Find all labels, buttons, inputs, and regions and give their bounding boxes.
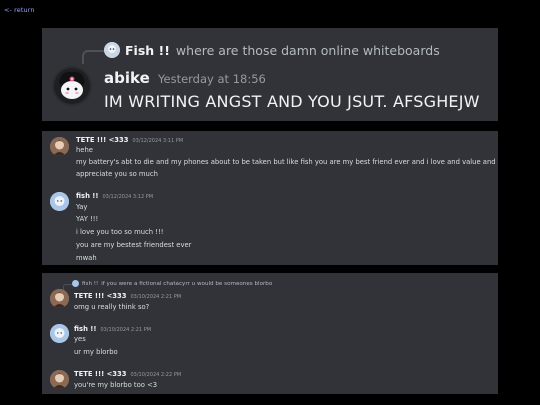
screenshot-2: TETE !!! <333 03/12/2024 3:11 PM hehe my… [42,131,498,265]
reply-text: where are those damn online whiteboards [175,42,440,58]
message-line: i love you too so much !!! [76,228,164,236]
message-header: fish !! 03/12/2024 3:12 PM [76,192,153,200]
reply-avatar [72,280,79,287]
message-author[interactable]: fish !! [76,192,99,200]
reply-preview[interactable]: Fish !! where are those damn online whit… [104,41,440,59]
message-line: yes [74,335,86,343]
message-author[interactable]: TETE !!! <333 [74,370,126,378]
tete-avatar-icon [50,289,69,308]
message-line: my battery's abt to die and my phones ab… [76,158,496,166]
message-line: YAY !!! [76,215,99,223]
fish-avatar-icon [104,42,120,58]
reply-author[interactable]: Fish !! [125,43,170,58]
reply-preview[interactable]: fish !! if you were a fictional chatacyr… [72,280,272,287]
avatar[interactable] [50,192,69,211]
tete-avatar-icon [50,370,69,389]
reply-connector [82,50,104,64]
message-line: ur my blorbo [74,348,118,356]
message-header: TETE !!! <333 03/10/2024 2:22 PM [74,370,181,378]
return-link[interactable]: <- return [4,6,35,14]
message-line: omg u really think so? [74,303,150,311]
message-timestamp: 03/10/2024 2:21 PM [130,294,182,300]
message-timestamp: 03/12/2024 3:11 PM [132,138,184,144]
fish-avatar-icon [50,192,69,211]
avatar[interactable] [50,289,69,308]
message-line: Yay [76,203,88,211]
message-line: appreciate you so much [76,170,158,178]
message-author[interactable]: TETE !!! <333 [74,292,126,300]
avatar[interactable] [50,137,69,156]
message-text: IM WRITING ANGST AND YOU JSUT. AFSGHEJW [104,92,480,111]
reply-author[interactable]: fish !! [82,281,98,287]
message-line: hehe [76,146,93,154]
message-timestamp: 03/10/2024 2:22 PM [130,372,182,378]
message-timestamp: 03/12/2024 3:12 PM [102,194,154,200]
message-header: TETE !!! <333 03/12/2024 3:11 PM [76,136,183,144]
reply-avatar [104,42,120,58]
screenshot-1: Fish !! where are those damn online whit… [42,28,498,121]
tete-avatar-icon [50,137,69,156]
avatar[interactable] [50,324,69,343]
avatar[interactable] [50,370,69,389]
message-timestamp: 03/10/2024 2:21 PM [100,327,152,333]
avatar[interactable] [52,66,92,106]
message-header: fish !! 03/10/2024 2:21 PM [74,325,151,333]
fish-avatar-icon [50,324,69,343]
reply-text: if you were a fictional chatacyrr u woul… [101,280,273,287]
message-line: you are my bestest friendest ever [76,241,192,249]
message-author[interactable]: fish !! [74,325,97,333]
kuromi-avatar-icon [52,66,92,106]
message-timestamp: Yesterday at 18:56 [158,72,266,86]
message-line: you're my blorbo too <3 [74,381,158,389]
message-author[interactable]: TETE !!! <333 [76,136,128,144]
message-line: mwah [76,254,97,262]
message-header: TETE !!! <333 03/10/2024 2:21 PM [74,292,181,300]
message-author[interactable]: abike [104,69,150,87]
screenshot-3: fish !! if you were a fictional chatacyr… [42,273,498,394]
